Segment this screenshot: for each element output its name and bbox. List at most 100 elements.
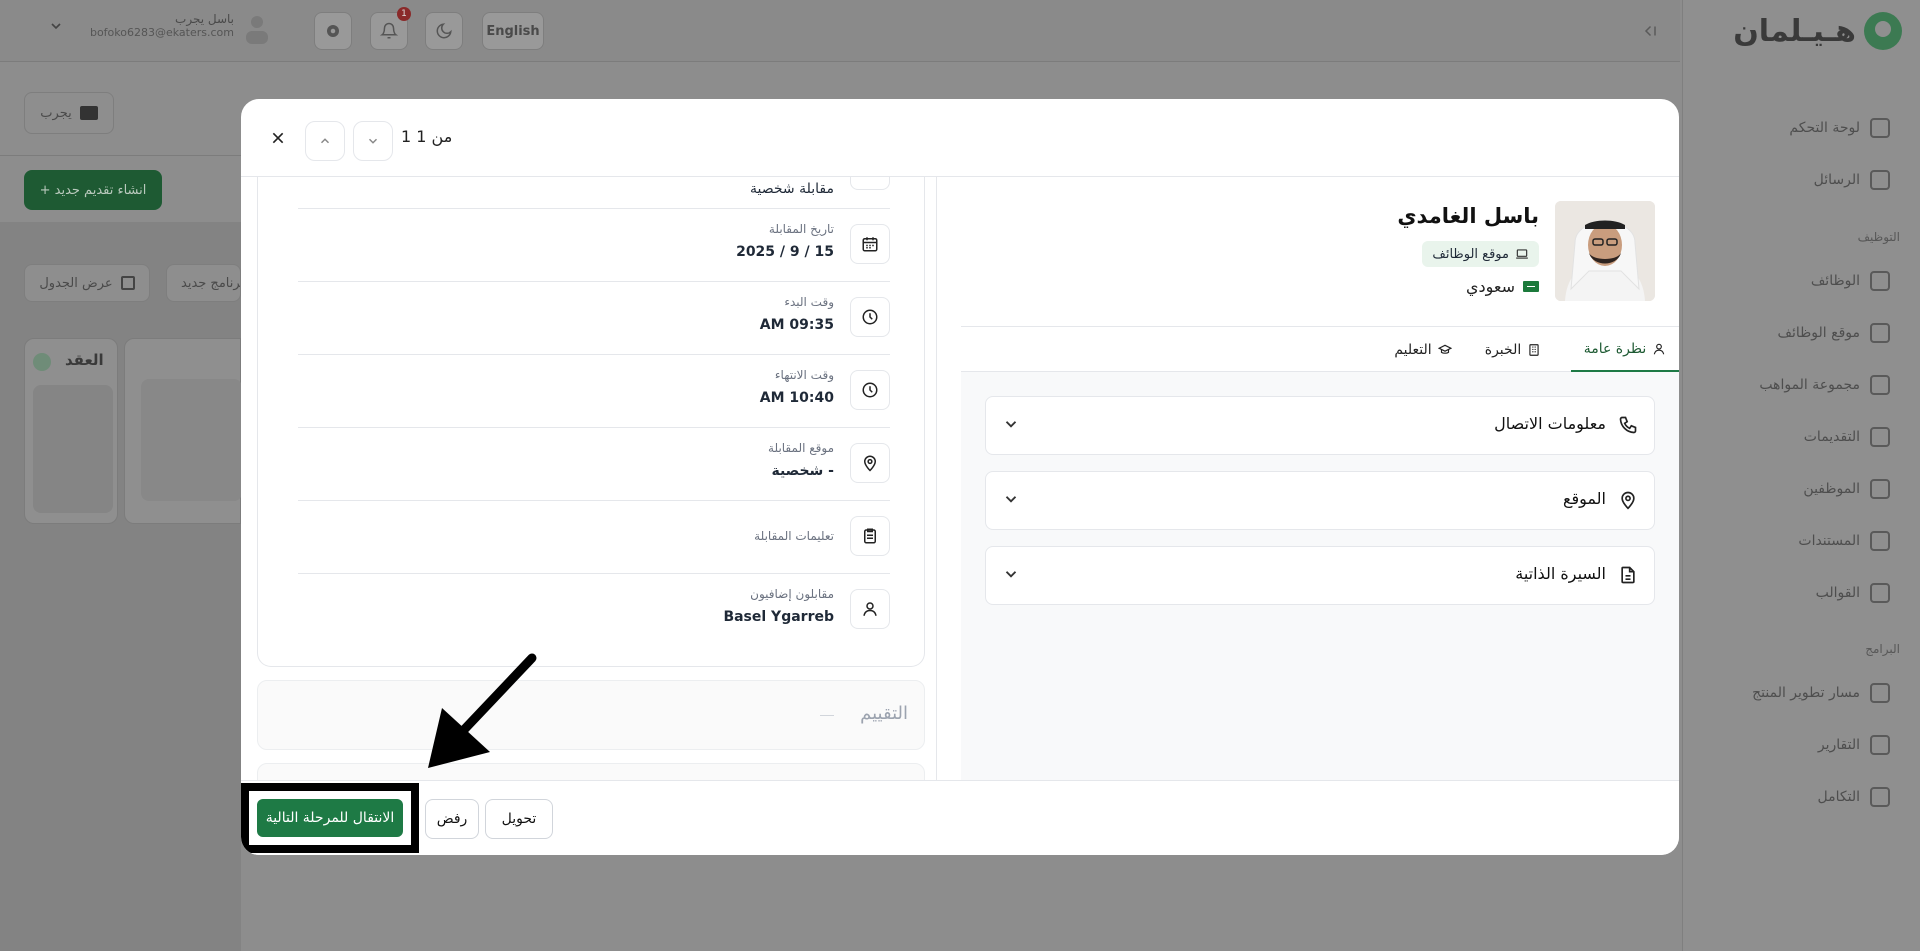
laptop-icon: [1870, 323, 1890, 343]
candidate-name: باسل الغامدي: [1397, 204, 1539, 228]
additional-interviewers-value: Basel Ygarreb: [723, 609, 834, 625]
interview-location-value: شخصية -: [771, 463, 834, 479]
sidebar-item-applications[interactable]: التقديمات: [1804, 427, 1890, 447]
interview-date-row: تاريخ المقابلة 2025 / 9 / 15: [298, 209, 890, 282]
tab-overview[interactable]: نظرة عامة: [1571, 327, 1679, 372]
interview-date-label: تاريخ المقابلة: [768, 222, 834, 236]
annotation-highlight-box: الانتقال للمرحلة التالية: [241, 783, 419, 853]
sidebar-item-talent-pool[interactable]: مجموعة المواهب: [1759, 375, 1890, 395]
building-icon: [1529, 343, 1539, 356]
monitor-icon: [79, 106, 98, 120]
accordion-contact-info[interactable]: معلومات الاتصال: [985, 396, 1655, 455]
try-button[interactable]: يجرب: [24, 92, 114, 134]
notification-badge: 1: [397, 7, 411, 21]
top-bar: باسل يجرب bofoko6283@ekaters.com 1 Engli…: [0, 0, 1680, 62]
table-view-button[interactable]: عرض الجدول: [24, 264, 150, 302]
document-icon: [1618, 565, 1638, 585]
language-button[interactable]: English: [482, 12, 544, 50]
create-application-button[interactable]: + انشاء تقديم جديد: [24, 170, 162, 210]
interview-type-row: مقابلة شخصية: [298, 177, 890, 209]
accordion-title: السيرة الذاتية: [1515, 564, 1606, 583]
clock-icon: [850, 297, 890, 337]
sidebar-item-jobs[interactable]: الوظائف: [1811, 271, 1890, 291]
graduation-cap-icon: [1437, 344, 1452, 354]
logo[interactable]: هـيـلمان: [1733, 12, 1902, 50]
interview-location-row: موقع المقابلة شخصية -: [298, 428, 890, 501]
reject-button[interactable]: رفض: [425, 799, 479, 839]
chevron-down-icon: [368, 138, 378, 144]
interview-panel: مقابلة شخصية تاريخ المقابلة 2025 / 9 / 1…: [257, 177, 937, 780]
nationality: سعودي: [1466, 277, 1539, 296]
logo-text: هـيـلمان: [1733, 13, 1856, 49]
rating-section[interactable]: التقييم: [257, 680, 925, 750]
modal-footer: الانتقال للمرحلة التالية رفض تحويل: [241, 780, 1679, 855]
sidebar-item-job-site[interactable]: موقع الوظائف: [1777, 323, 1890, 343]
profile-tabs: نظرة عامة الخبرة التعليم: [961, 326, 1679, 372]
chevron-down-icon: [1002, 565, 1020, 583]
map-pin-icon: [850, 443, 890, 483]
chevron-icon[interactable]: [850, 177, 890, 190]
pipeline-column: العقد: [24, 338, 118, 524]
new-program-button[interactable]: برنامج جديد: [166, 264, 241, 302]
accordion-location[interactable]: الموقع: [985, 471, 1655, 530]
chevron-down-icon[interactable]: [48, 18, 64, 34]
map-pin-icon: [1618, 490, 1638, 510]
inbox-icon: [1870, 427, 1890, 447]
interview-date-value: 2025 / 9 / 15: [736, 244, 834, 260]
calendar-icon: [850, 224, 890, 264]
sidebar-item-templates[interactable]: القوالب: [1816, 583, 1890, 603]
rating-title: التقييم: [860, 703, 908, 724]
sidebar-item-reports[interactable]: التقارير: [1818, 735, 1890, 755]
status-dot-icon: [33, 353, 51, 371]
close-icon[interactable]: [261, 121, 295, 155]
divider: [0, 155, 241, 156]
column-title: العقد: [65, 351, 104, 369]
sidebar-section-programs: البرامج: [1865, 642, 1900, 656]
overview-panel: معلومات الاتصال الموقع السيرة الذاتية: [961, 372, 1679, 780]
sidebar-item-documents[interactable]: المستندات: [1798, 531, 1890, 551]
divider: [820, 715, 834, 716]
start-time-label: وقت البدء: [784, 295, 834, 309]
candidate-photo: [1555, 201, 1655, 301]
tab-experience[interactable]: الخبرة: [1477, 327, 1549, 372]
column-card: [33, 385, 113, 513]
source-label: موقع الوظائف: [1432, 246, 1509, 262]
accordion-title: معلومات الاتصال: [1494, 414, 1606, 433]
sidebar: هـيـلمان لوحة التحكم الرسائل التوظيف الو…: [1682, 0, 1920, 951]
table-icon: [120, 276, 135, 290]
collapse-sidebar-icon[interactable]: [1640, 22, 1658, 40]
bell-icon[interactable]: 1: [370, 7, 411, 50]
transfer-button[interactable]: تحويل: [485, 799, 553, 839]
user-icon: [1870, 479, 1890, 499]
clipboard-icon: [850, 516, 890, 556]
annotation-arrow-icon: [428, 653, 537, 768]
chevron-down-icon: [1002, 490, 1020, 508]
accordion-cv[interactable]: السيرة الذاتية: [985, 546, 1655, 605]
content-area: [0, 222, 241, 951]
tab-education[interactable]: التعليم: [1383, 327, 1463, 372]
end-time-value: AM 10:40: [759, 390, 834, 406]
next-stage-button[interactable]: الانتقال للمرحلة التالية: [257, 799, 403, 837]
sidebar-item-integration[interactable]: التكامل: [1818, 787, 1890, 807]
next-candidate-button[interactable]: [353, 121, 393, 161]
layout-icon: [1870, 583, 1890, 603]
moon-icon[interactable]: [425, 12, 463, 50]
users-icon: [1870, 375, 1890, 395]
user-info[interactable]: باسل يجرب bofoko6283@ekaters.com: [88, 12, 234, 39]
avatar[interactable]: [246, 14, 268, 50]
candidate-counter: 1 من 1: [401, 127, 453, 146]
source-badge: موقع الوظائف: [1422, 241, 1539, 267]
candidate-profile: باسل الغامدي موقع الوظائف سعودي نظرة عام…: [961, 177, 1679, 780]
interview-instructions-row: تعليمات المقابلة: [298, 501, 890, 574]
previous-candidate-button[interactable]: [305, 121, 345, 161]
mail-icon: [1870, 170, 1890, 190]
sidebar-item-employees[interactable]: الموظفين: [1803, 479, 1890, 499]
gear-icon[interactable]: [314, 12, 352, 50]
modal-header: 1 من 1: [241, 99, 1679, 177]
sidebar-item-product-path[interactable]: مسار تطوير المنتج: [1752, 683, 1890, 703]
end-time-row: وقت الانتهاء AM 10:40: [298, 355, 890, 428]
column-card: [141, 379, 242, 501]
sidebar-item-messages[interactable]: الرسائل: [1814, 170, 1890, 190]
user-email: bofoko6283@ekaters.com: [89, 26, 234, 39]
sidebar-item-dashboard[interactable]: لوحة التحكم: [1789, 118, 1890, 138]
